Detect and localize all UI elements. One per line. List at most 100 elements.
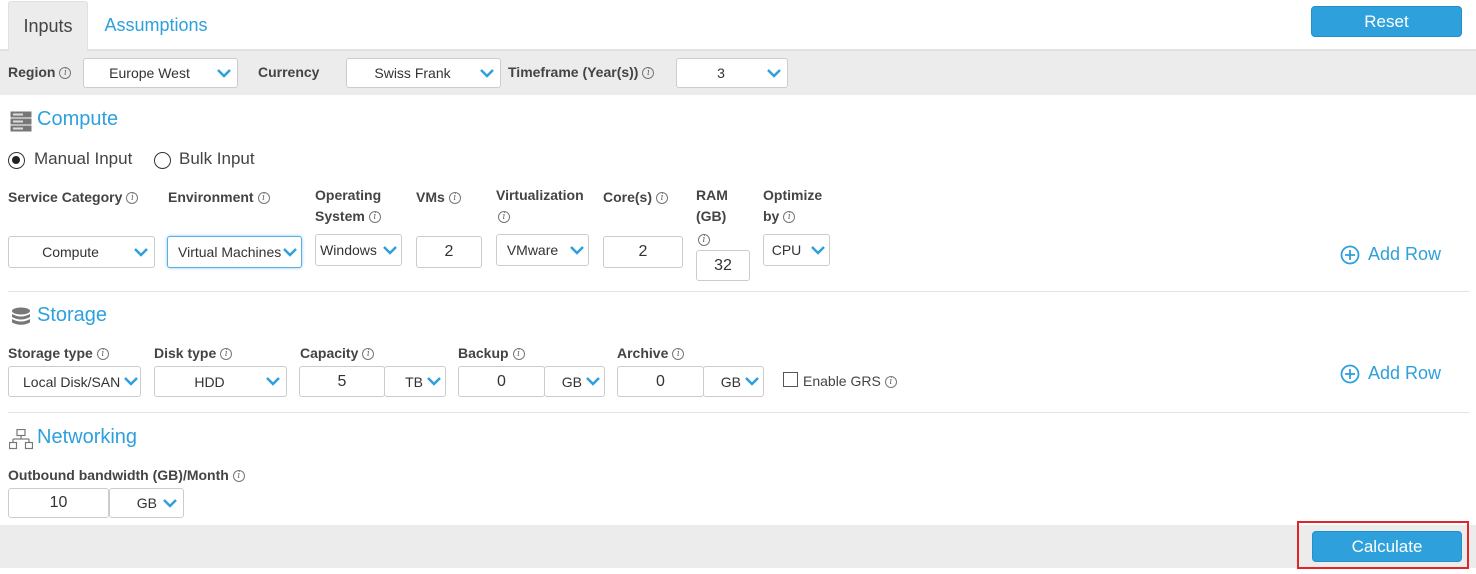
enable-grs-checkbox[interactable]	[783, 372, 798, 387]
ram-label-line2: (GB)	[696, 208, 727, 224]
capacity-input[interactable]: 5	[299, 366, 385, 397]
virtualization-value: VMware	[506, 242, 559, 258]
server-icon	[10, 111, 32, 137]
outbound-input[interactable]: 10	[8, 488, 109, 518]
divider	[8, 291, 1470, 292]
info-icon: i	[362, 348, 375, 361]
info-icon: i	[126, 192, 139, 205]
os-value: Windows	[320, 242, 377, 258]
optimize-select[interactable]: CPU	[763, 234, 830, 266]
tab-assumptions-label: Assumptions	[104, 14, 208, 35]
optimize-label-text: by	[763, 208, 780, 224]
currency-select[interactable]: Swiss Frank	[346, 58, 501, 88]
backup-label-text: Backup	[458, 345, 509, 361]
reset-button-label: Reset	[1364, 11, 1409, 31]
info-icon: i	[698, 233, 710, 246]
vms-input-value: 2	[444, 243, 454, 260]
backup-label: Backup i	[458, 343, 525, 364]
service-category-select[interactable]: Compute	[8, 236, 155, 268]
bulk-input-label: Bulk Input	[179, 149, 255, 168]
currency-label-text: Currency	[258, 64, 320, 80]
tab-inputs[interactable]: Inputs	[8, 1, 88, 51]
reset-button[interactable]: Reset	[1311, 6, 1462, 37]
outbound-unit-select[interactable]: GB	[109, 488, 184, 518]
os-label-text: System	[315, 208, 365, 224]
chevron-down-icon	[809, 243, 827, 257]
timeframe-select[interactable]: 3	[676, 58, 788, 88]
chevron-down-icon	[381, 243, 399, 257]
os-select[interactable]: Windows	[315, 234, 402, 266]
ram-input[interactable]: 32	[696, 250, 750, 281]
info-icon: i	[512, 348, 525, 361]
database-icon	[11, 307, 31, 332]
ram-label-line1: RAM	[696, 187, 728, 203]
info-icon: i	[232, 470, 245, 483]
timeframe-select-value: 3	[717, 65, 725, 81]
region-select[interactable]: Europe West	[83, 58, 238, 88]
environment-select[interactable]: Virtual Machines	[167, 236, 302, 268]
service-category-label: Service Category i	[8, 187, 139, 208]
info-icon: i	[884, 376, 897, 389]
capacity-unit-select[interactable]: TB	[384, 366, 446, 397]
service-category-label-text: Service Category	[8, 189, 123, 205]
disk-type-label-text: Disk type	[154, 345, 217, 361]
network-icon	[8, 428, 34, 455]
networking-title: Networking	[37, 426, 138, 448]
storage-type-select[interactable]: Local Disk/SAN	[8, 366, 141, 397]
chevron-down-icon	[584, 375, 602, 389]
os-label-line2: System i	[315, 206, 381, 227]
chevron-down-icon	[122, 375, 140, 389]
cores-input[interactable]: 2	[603, 236, 683, 268]
plus-circle-icon	[1340, 364, 1360, 384]
virtualization-info: i	[494, 208, 510, 226]
capacity-label-text: Capacity	[300, 345, 359, 361]
chevron-down-icon	[132, 245, 150, 259]
archive-label-text: Archive	[617, 345, 669, 361]
compute-add-row-button[interactable]: Add Row	[1340, 244, 1441, 265]
backup-input-value: 0	[497, 372, 506, 390]
currency-label: Currency	[258, 62, 319, 83]
ram-input-value: 32	[714, 256, 732, 274]
chevron-down-icon	[215, 66, 233, 80]
disk-type-select[interactable]: HDD	[154, 366, 287, 397]
outbound-unit-value: GB	[136, 495, 157, 511]
manual-input-label: Manual Input	[34, 149, 133, 168]
storage-title: Storage	[37, 304, 108, 326]
backup-input[interactable]: 0	[458, 366, 545, 397]
backup-unit-select[interactable]: GB	[544, 366, 605, 397]
disk-type-value: HDD	[194, 373, 225, 390]
info-icon: i	[220, 348, 233, 361]
manual-input-radio[interactable]	[8, 152, 25, 169]
vms-input[interactable]: 2	[416, 236, 482, 268]
top-bar-bg	[0, 0, 1476, 50]
storage-add-row-button[interactable]: Add Row	[1340, 363, 1441, 384]
environment-value: Virtual Machines	[178, 244, 281, 260]
tab-assumptions[interactable]: Assumptions	[96, 1, 216, 49]
capacity-input-value: 5	[337, 372, 347, 390]
calculate-button-label: Calculate	[1351, 536, 1423, 556]
currency-select-value: Swiss Frank	[374, 65, 451, 81]
chevron-down-icon	[264, 375, 282, 389]
enable-grs-label-text: Enable GRS	[803, 373, 881, 389]
os-label-line1: Operating	[315, 187, 382, 203]
vms-label: VMs i	[416, 187, 461, 208]
info-icon: i	[257, 192, 270, 205]
region-label-text: Region	[8, 64, 56, 80]
cores-input-value: 2	[638, 243, 648, 260]
info-icon: i	[368, 211, 381, 224]
vms-label-text: VMs	[416, 189, 445, 205]
compute-add-row-label: Add Row	[1368, 244, 1442, 264]
virtualization-select[interactable]: VMware	[496, 234, 589, 266]
outbound-input-value: 10	[49, 494, 68, 511]
info-icon: i	[498, 210, 510, 223]
archive-unit-select[interactable]: GB	[703, 366, 764, 397]
capacity-unit-value: TB	[405, 373, 423, 390]
archive-input[interactable]: 0	[617, 366, 704, 397]
divider	[8, 412, 1470, 413]
timeframe-label: Timeframe (Year(s)) i	[508, 62, 655, 83]
bulk-input-radio[interactable]	[154, 152, 171, 169]
info-icon: i	[59, 67, 72, 80]
archive-input-value: 0	[656, 372, 665, 390]
calculate-button[interactable]: Calculate	[1312, 531, 1462, 562]
info-icon: i	[783, 211, 796, 224]
